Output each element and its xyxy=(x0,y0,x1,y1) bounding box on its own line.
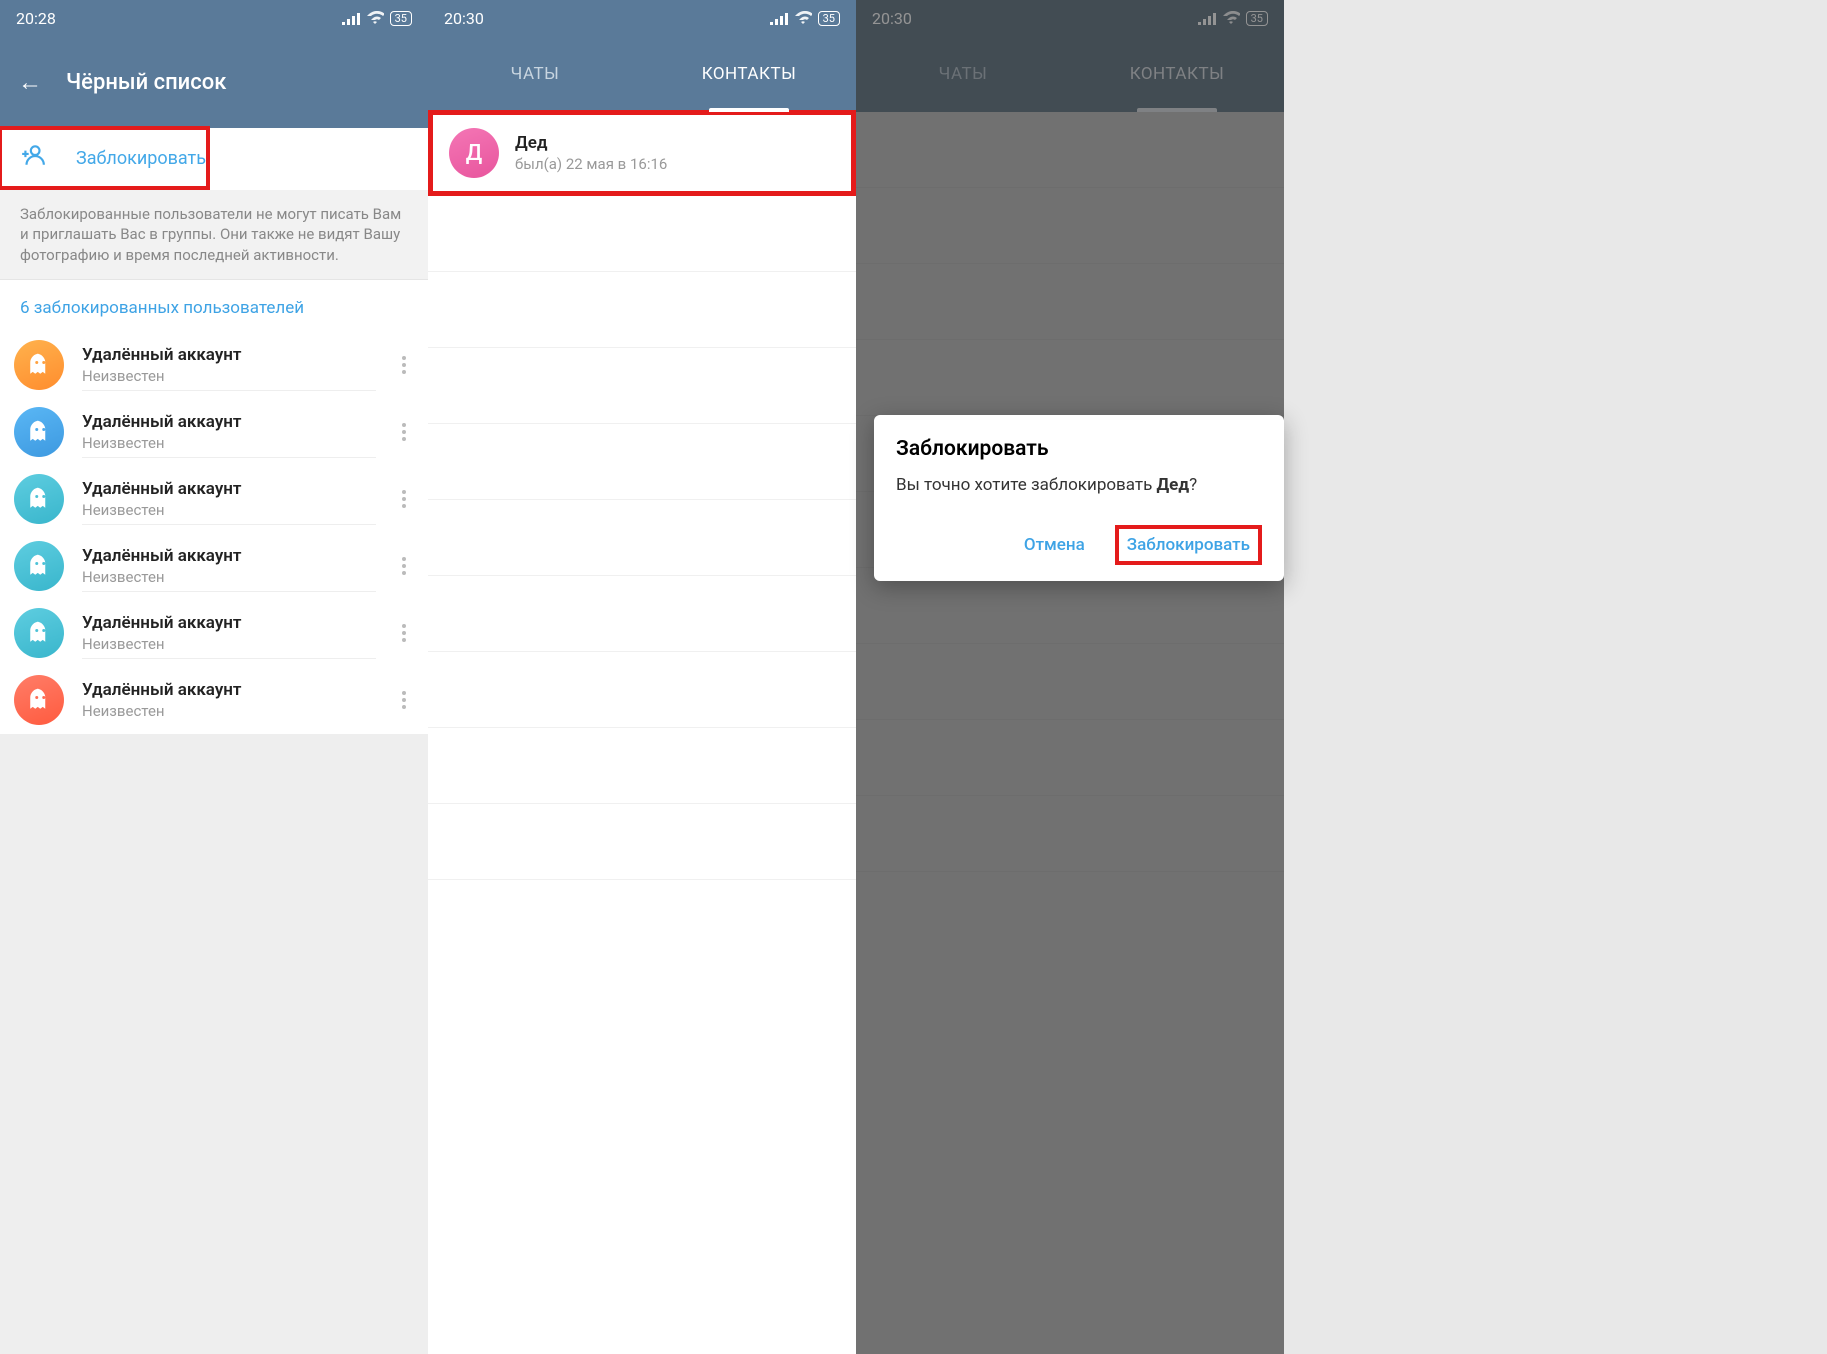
blocked-user-row[interactable]: Удалённый аккаунт Неизвестен xyxy=(0,466,428,533)
modal-overlay[interactable] xyxy=(856,0,1284,1354)
blocked-user-name: Удалённый аккаунт xyxy=(82,345,376,365)
list-item[interactable] xyxy=(428,424,856,500)
blocked-user-status: Неизвестен xyxy=(82,568,376,586)
confirm-block-button[interactable]: Заблокировать xyxy=(1115,525,1262,565)
avatar-initial: Д xyxy=(466,141,482,166)
blacklist-info-text: Заблокированные пользователи не могут пи… xyxy=(0,190,428,280)
status-indicators: 35 xyxy=(342,11,412,26)
empty-area xyxy=(0,734,428,1354)
avatar: Д xyxy=(449,128,499,178)
wifi-icon xyxy=(366,11,384,25)
blocked-user-row[interactable]: Удалённый аккаунт Неизвестен xyxy=(0,533,428,600)
contact-row[interactable]: Д Дед был(а) 22 мая в 16:16 xyxy=(433,115,851,191)
blocked-users-list: Удалённый аккаунтНеизвестенУдалённый акк… xyxy=(0,332,428,734)
list-item[interactable] xyxy=(428,500,856,576)
contact-name: Дед xyxy=(515,133,667,153)
blocked-user-name: Удалённый аккаунт xyxy=(82,412,376,432)
blacklist-header: ← Чёрный список xyxy=(0,36,428,128)
status-bar: 20:30 35 xyxy=(428,0,856,36)
more-options-icon[interactable] xyxy=(394,490,414,508)
avatar xyxy=(14,675,64,725)
tab-contacts[interactable]: КОНТАКТЫ xyxy=(642,36,856,112)
dialog-actions: Отмена Заблокировать xyxy=(896,525,1262,565)
avatar xyxy=(14,608,64,658)
avatar xyxy=(14,407,64,457)
list-item[interactable] xyxy=(428,728,856,804)
status-time: 20:30 xyxy=(444,9,484,28)
blacklist-screen: 20:28 35 ← Чёрный список Заблокировать З… xyxy=(0,0,428,1354)
add-user-icon xyxy=(20,142,46,174)
more-options-icon[interactable] xyxy=(394,624,414,642)
list-item[interactable] xyxy=(428,196,856,272)
contact-picker-screen: 20:30 35 ЧАТЫ КОНТАКТЫ Д Дед был(а) 22 м… xyxy=(428,0,856,1354)
more-options-icon[interactable] xyxy=(394,356,414,374)
blocked-user-status: Неизвестен xyxy=(82,434,376,452)
signal-icon xyxy=(342,11,360,25)
list-item[interactable] xyxy=(428,576,856,652)
blocked-user-row[interactable]: Удалённый аккаунт Неизвестен xyxy=(0,667,428,734)
blocked-user-row[interactable]: Удалённый аккаунт Неизвестен xyxy=(0,600,428,667)
list-item[interactable] xyxy=(428,804,856,880)
signal-icon xyxy=(770,11,788,25)
blocked-user-name: Удалённый аккаунт xyxy=(82,479,376,499)
blocked-user-status: Неизвестен xyxy=(82,367,376,385)
contact-highlighted: Д Дед был(а) 22 мая в 16:16 xyxy=(428,110,856,196)
block-user-button[interactable]: Заблокировать xyxy=(0,126,210,190)
avatar xyxy=(14,474,64,524)
blocked-user-status: Неизвестен xyxy=(82,702,376,720)
tab-chats[interactable]: ЧАТЫ xyxy=(428,36,642,112)
status-bar: 20:28 35 xyxy=(0,0,428,36)
back-arrow-icon[interactable]: ← xyxy=(18,68,42,97)
more-options-icon[interactable] xyxy=(394,691,414,709)
blocked-user-name: Удалённый аккаунт xyxy=(82,546,376,566)
block-user-label: Заблокировать xyxy=(76,148,206,169)
blocked-user-row[interactable]: Удалённый аккаунт Неизвестен xyxy=(0,399,428,466)
dialog-title: Заблокировать xyxy=(896,437,1262,461)
contact-last-seen: был(а) 22 мая в 16:16 xyxy=(515,155,667,173)
dialog-message: Вы точно хотите заблокировать Дед? xyxy=(896,475,1262,495)
wifi-icon xyxy=(794,11,812,25)
contact-list-placeholder xyxy=(428,196,856,1354)
blocked-user-name: Удалённый аккаунт xyxy=(82,680,376,700)
page-title: Чёрный список xyxy=(66,70,226,95)
tab-bar: ЧАТЫ КОНТАКТЫ xyxy=(428,36,856,112)
avatar xyxy=(14,541,64,591)
list-item[interactable] xyxy=(428,272,856,348)
status-indicators: 35 xyxy=(770,11,840,26)
list-item[interactable] xyxy=(428,348,856,424)
status-time: 20:28 xyxy=(16,9,56,28)
battery-icon: 35 xyxy=(818,11,840,26)
blocked-user-row[interactable]: Удалённый аккаунт Неизвестен xyxy=(0,332,428,399)
blocked-user-status: Неизвестен xyxy=(82,635,376,653)
blocked-users-count: 6 заблокированных пользователей xyxy=(0,280,428,332)
battery-icon: 35 xyxy=(390,11,412,26)
blocked-user-status: Неизвестен xyxy=(82,501,376,519)
more-options-icon[interactable] xyxy=(394,423,414,441)
blocked-user-name: Удалённый аккаунт xyxy=(82,613,376,633)
avatar xyxy=(14,340,64,390)
list-item[interactable] xyxy=(428,652,856,728)
confirm-dialog-screen: 20:30 35 ЧАТЫ КОНТАКТЫ Заблокировать Вы … xyxy=(856,0,1284,1354)
more-options-icon[interactable] xyxy=(394,557,414,575)
cancel-button[interactable]: Отмена xyxy=(1014,527,1095,563)
confirm-block-dialog: Заблокировать Вы точно хотите заблокиров… xyxy=(874,415,1284,581)
